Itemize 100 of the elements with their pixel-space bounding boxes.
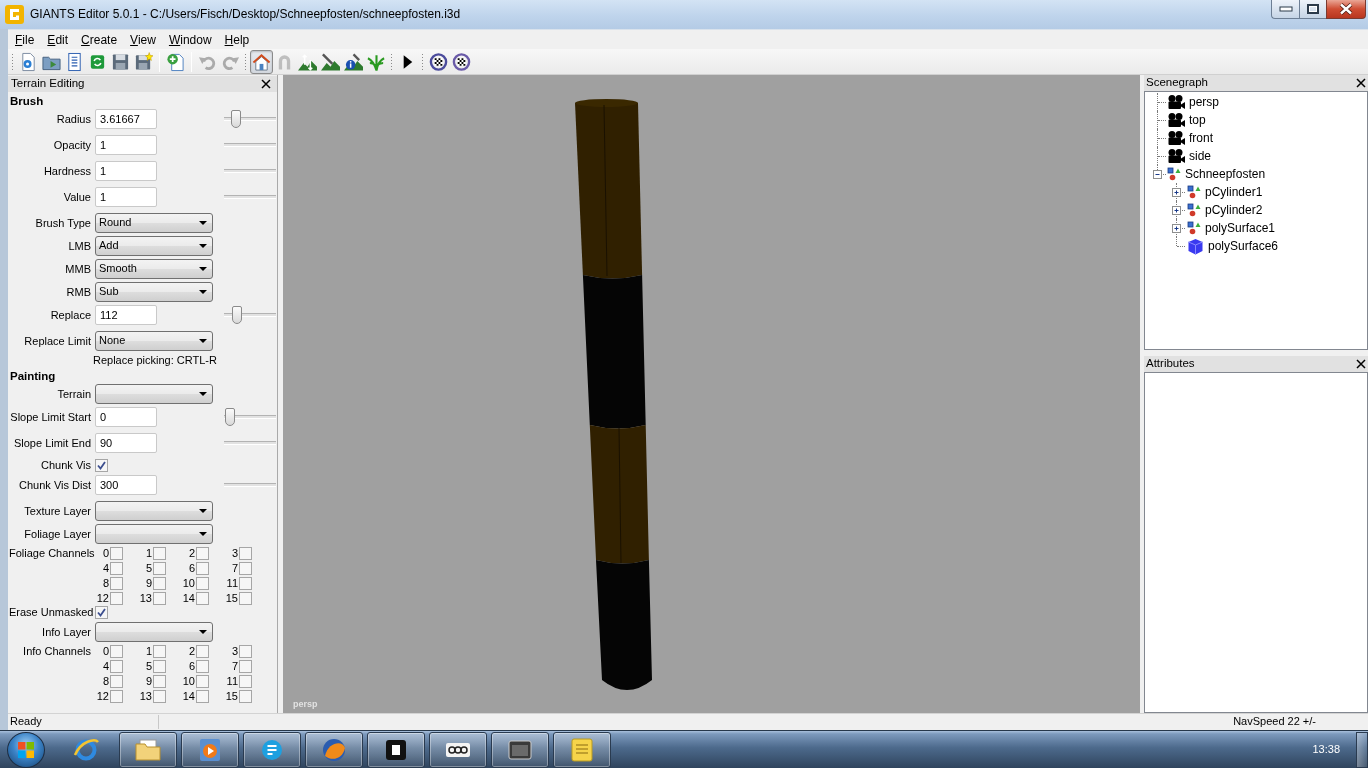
slider-thumb[interactable] <box>231 110 242 128</box>
checkbox[interactable] <box>153 660 166 674</box>
caret-icon <box>199 392 207 397</box>
checkbox[interactable] <box>110 645 123 659</box>
close-icon[interactable] <box>1356 78 1366 88</box>
dropdown[interactable] <box>95 384 213 405</box>
checkbox[interactable] <box>153 645 166 659</box>
checkbox[interactable] <box>110 577 123 591</box>
channel-label: 8 <box>101 675 109 689</box>
close-icon[interactable] <box>261 79 271 89</box>
checkbox[interactable] <box>95 606 108 620</box>
menu-item[interactable]: View <box>124 30 163 49</box>
checkbox[interactable] <box>95 459 108 473</box>
checkbox[interactable] <box>196 562 209 576</box>
tree-item[interactable]: side <box>1189 148 1211 164</box>
checkbox[interactable] <box>110 690 123 704</box>
menu-item[interactable]: Edit <box>41 30 76 49</box>
dropdown[interactable]: Round <box>95 213 213 233</box>
checkbox[interactable] <box>110 660 123 674</box>
text-field[interactable]: 1 <box>95 187 157 207</box>
dropdown[interactable] <box>95 622 213 643</box>
dropdown[interactable] <box>95 501 213 522</box>
menu-item[interactable]: Create <box>75 30 125 49</box>
slider-track[interactable] <box>224 483 276 488</box>
checkbox[interactable] <box>239 577 252 591</box>
tree-item[interactable]: pCylinder1 <box>1205 184 1263 200</box>
taskbar-button[interactable] <box>429 731 487 768</box>
dropdown[interactable]: Sub <box>95 282 213 302</box>
slider-track[interactable] <box>224 143 276 147</box>
checkbox[interactable] <box>239 645 252 659</box>
checkbox[interactable] <box>239 660 252 674</box>
tree-item[interactable]: top <box>1189 112 1206 128</box>
dropdown[interactable] <box>95 524 213 545</box>
checkbox[interactable] <box>239 547 252 561</box>
checkbox[interactable] <box>153 690 166 704</box>
expand-toggle[interactable] <box>1172 224 1181 233</box>
close-button[interactable] <box>1326 0 1366 19</box>
slider-thumb[interactable] <box>225 408 235 427</box>
checkbox[interactable] <box>153 675 166 689</box>
text-field[interactable]: 1 <box>95 135 157 155</box>
checkbox[interactable] <box>110 547 123 561</box>
tree-item[interactable]: polySurface6 <box>1208 238 1279 254</box>
checkbox[interactable] <box>196 577 209 591</box>
checkbox[interactable] <box>153 577 166 591</box>
dropdown[interactable]: None <box>95 331 213 351</box>
taskbar-button[interactable] <box>553 731 611 768</box>
checkbox[interactable] <box>196 675 209 689</box>
dropdown[interactable]: Smooth <box>95 259 213 279</box>
maximize-button[interactable] <box>1299 0 1326 19</box>
menu-item[interactable]: Window <box>162 30 219 49</box>
checkbox[interactable] <box>196 592 209 606</box>
checkbox[interactable] <box>110 592 123 606</box>
checkbox[interactable] <box>239 592 252 606</box>
checkbox[interactable] <box>153 562 166 576</box>
taskbar-button[interactable] <box>367 731 425 768</box>
checkbox[interactable] <box>153 547 166 561</box>
text-field[interactable]: 300 <box>95 475 157 496</box>
slider-track[interactable] <box>224 169 276 173</box>
slider-thumb[interactable] <box>232 306 243 324</box>
close-icon[interactable] <box>1356 359 1366 369</box>
taskbar-button[interactable] <box>491 731 549 768</box>
channel-label: 1 <box>144 645 152 659</box>
checkbox[interactable] <box>196 547 209 561</box>
slider-track[interactable] <box>224 195 276 199</box>
tree-item[interactable]: polySurface1 <box>1205 220 1276 236</box>
start-button[interactable] <box>7 731 45 768</box>
expand-toggle[interactable] <box>1172 188 1181 197</box>
taskbar-button[interactable] <box>243 731 301 768</box>
menu-item[interactable]: File <box>9 30 42 49</box>
checkbox[interactable] <box>239 690 252 704</box>
checkbox[interactable] <box>196 660 209 674</box>
checkbox[interactable] <box>196 690 209 704</box>
show-desktop-button[interactable] <box>1356 731 1368 768</box>
checkbox[interactable] <box>110 562 123 576</box>
taskbar-button[interactable] <box>305 731 363 768</box>
text-field[interactable]: 3.61667 <box>95 109 157 129</box>
checkbox[interactable] <box>239 562 252 576</box>
text-field[interactable]: 112 <box>95 305 157 325</box>
tree-item[interactable]: pCylinder2 <box>1205 202 1263 218</box>
text-field[interactable]: 90 <box>95 433 157 454</box>
tree-item[interactable]: front <box>1189 130 1213 146</box>
checkbox[interactable] <box>196 645 209 659</box>
slider-track[interactable] <box>224 441 276 446</box>
text-field[interactable]: 1 <box>95 161 157 181</box>
expand-toggle[interactable] <box>1172 206 1181 215</box>
channel-label: 7 <box>230 660 238 674</box>
taskbar-button[interactable] <box>119 731 177 768</box>
checkbox[interactable] <box>239 675 252 689</box>
checkbox[interactable] <box>153 592 166 606</box>
dropdown[interactable]: Add <box>95 236 213 256</box>
tree-item[interactable]: Schneepfosten <box>1185 166 1266 182</box>
text-field[interactable]: 0 <box>95 407 157 428</box>
menu-item[interactable]: Help <box>218 30 257 49</box>
expand-toggle[interactable] <box>1153 170 1162 179</box>
tree-item[interactable]: persp <box>1189 94 1220 110</box>
taskbar-button[interactable] <box>181 731 239 768</box>
minimize-button[interactable] <box>1271 0 1299 19</box>
checkbox[interactable] <box>110 675 123 689</box>
channel-label: 14 <box>181 592 195 606</box>
window-title: GIANTS Editor 5.0.1 - C:/Users/Fisch/Desktop/Schneepfosten/schneepfosten.i3d <box>30 6 461 23</box>
